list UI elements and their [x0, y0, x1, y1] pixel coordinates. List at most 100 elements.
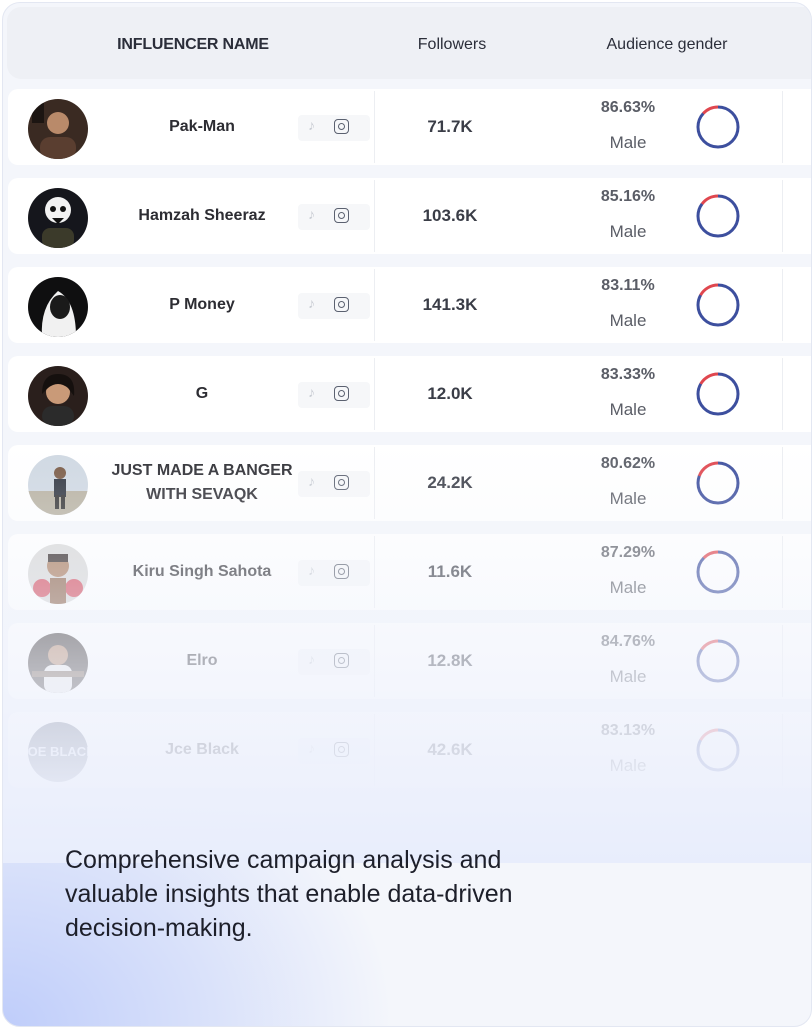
- column-divider: [374, 625, 375, 697]
- tiktok-icon[interactable]: ♪: [308, 117, 315, 133]
- instagram-icon[interactable]: [334, 564, 349, 579]
- avatar[interactable]: [28, 366, 88, 426]
- column-divider: [782, 625, 783, 697]
- influencer-name[interactable]: P Money: [104, 267, 300, 343]
- instagram-icon[interactable]: [334, 653, 349, 668]
- column-divider: [782, 714, 783, 786]
- gender-donut-chart: [696, 728, 740, 772]
- instagram-icon[interactable]: [334, 297, 349, 312]
- platform-icons: ♪: [298, 738, 370, 764]
- platform-icons: ♪: [298, 560, 370, 586]
- instagram-icon[interactable]: [334, 208, 349, 223]
- column-divider: [374, 536, 375, 608]
- tiktok-icon[interactable]: ♪: [308, 651, 315, 667]
- table-header: INFLUENCER NAME Followers Audience gende…: [7, 7, 811, 79]
- influencer-name[interactable]: Jce Black: [104, 712, 300, 788]
- header-audience-gender[interactable]: Audience gender: [567, 7, 767, 79]
- avatar[interactable]: [28, 544, 88, 604]
- followers-count: 141.3K: [422, 295, 478, 314]
- table-row[interactable]: Elro ♪ 12.8K 84.76% Male: [8, 623, 811, 699]
- gender-donut-chart: [696, 105, 740, 149]
- table-row[interactable]: JOE BLACK Jce Black ♪ 42.6K 83.13% Male: [8, 712, 811, 788]
- male-percentage: 83.33%: [600, 366, 656, 383]
- avatar[interactable]: [28, 455, 88, 515]
- male-percentage: 84.76%: [600, 633, 656, 650]
- table-row[interactable]: P Money ♪ 141.3K 83.11% Male: [8, 267, 811, 343]
- gender-donut-chart: [696, 639, 740, 683]
- male-percentage: 87.29%: [600, 544, 656, 561]
- avatar[interactable]: [28, 188, 88, 248]
- influencer-name[interactable]: Pak-Man: [104, 89, 300, 165]
- tiktok-icon[interactable]: ♪: [308, 740, 315, 756]
- followers-count: 12.0K: [427, 384, 473, 403]
- column-divider: [782, 180, 783, 252]
- gender-label: Male: [609, 133, 647, 152]
- tiktok-icon[interactable]: ♪: [308, 206, 315, 222]
- influencer-name[interactable]: G: [104, 356, 300, 432]
- gender-label: Male: [609, 311, 647, 330]
- tiktok-icon[interactable]: ♪: [308, 562, 315, 578]
- platform-icons: ♪: [298, 293, 370, 319]
- table-row[interactable]: G ♪ 12.0K 83.33% Male: [8, 356, 811, 432]
- tiktok-icon[interactable]: ♪: [308, 473, 315, 489]
- column-divider: [782, 447, 783, 519]
- avatar[interactable]: [28, 99, 88, 159]
- column-divider: [782, 269, 783, 341]
- column-divider: [374, 180, 375, 252]
- avatar[interactable]: [28, 633, 88, 693]
- followers-count: 11.6K: [427, 562, 473, 581]
- gender-label: Male: [609, 400, 647, 419]
- column-divider: [374, 714, 375, 786]
- caption-text: Comprehensive campaign analysis and valu…: [65, 846, 513, 942]
- platform-icons: ♪: [298, 471, 370, 497]
- header-influencer-name[interactable]: INFLUENCER NAME: [103, 7, 283, 79]
- gender-donut-chart: [696, 372, 740, 416]
- avatar[interactable]: JOE BLACK: [28, 722, 88, 782]
- male-percentage: 83.13%: [600, 722, 656, 739]
- platform-icons: ♪: [298, 382, 370, 408]
- influencer-name[interactable]: Hamzah Sheeraz: [104, 178, 300, 254]
- column-divider: [374, 447, 375, 519]
- column-divider: [782, 536, 783, 608]
- gender-donut-chart: [696, 461, 740, 505]
- instagram-icon[interactable]: [334, 386, 349, 401]
- influencer-name[interactable]: Kiru Singh Sahota: [104, 534, 300, 610]
- table-row[interactable]: Pak-Man ♪ 71.7K 86.63% Male: [8, 89, 811, 165]
- gender-label: Male: [609, 222, 647, 241]
- column-divider: [782, 358, 783, 430]
- followers-count: 103.6K: [422, 206, 478, 225]
- gender-label: Male: [609, 489, 647, 508]
- platform-icons: ♪: [298, 204, 370, 230]
- column-divider: [374, 358, 375, 430]
- followers-count: 42.6K: [427, 740, 473, 759]
- table-row[interactable]: Hamzah Sheeraz ♪ 103.6K 85.16% Male: [8, 178, 811, 254]
- gender-donut-chart: [696, 550, 740, 594]
- column-divider: [782, 91, 783, 163]
- influencer-name[interactable]: JUST MADE A BANGER WITH SEVAQK: [104, 445, 300, 521]
- table-row[interactable]: JUST MADE A BANGER WITH SEVAQK ♪ 24.2K 80.6…: [8, 445, 811, 521]
- gender-label: Male: [609, 756, 647, 775]
- avatar[interactable]: [28, 277, 88, 337]
- influencer-name[interactable]: Elro: [104, 623, 300, 699]
- tiktok-icon[interactable]: ♪: [308, 384, 315, 400]
- avatar-logo-text: JOE BLACK: [28, 744, 88, 759]
- instagram-icon[interactable]: [334, 742, 349, 757]
- instagram-icon[interactable]: [334, 119, 349, 134]
- column-divider: [374, 269, 375, 341]
- instagram-icon[interactable]: [334, 475, 349, 490]
- header-followers[interactable]: Followers: [367, 7, 537, 79]
- male-percentage: 83.11%: [601, 277, 655, 294]
- table-row[interactable]: Kiru Singh Sahota ♪ 11.6K 87.29% Male: [8, 534, 811, 610]
- male-percentage: 86.63%: [600, 99, 656, 116]
- male-percentage: 85.16%: [600, 188, 656, 205]
- gender-label: Male: [609, 667, 647, 686]
- followers-count: 12.8K: [427, 651, 473, 670]
- followers-count: 24.2K: [427, 473, 473, 492]
- followers-count: 71.7K: [427, 117, 473, 136]
- column-divider: [374, 91, 375, 163]
- gender-donut-chart: [696, 283, 740, 327]
- tiktok-icon[interactable]: ♪: [308, 295, 315, 311]
- influencer-table-card: INFLUENCER NAME Followers Audience gende…: [2, 2, 812, 1027]
- platform-icons: ♪: [298, 115, 370, 141]
- male-percentage: 80.62%: [600, 455, 656, 472]
